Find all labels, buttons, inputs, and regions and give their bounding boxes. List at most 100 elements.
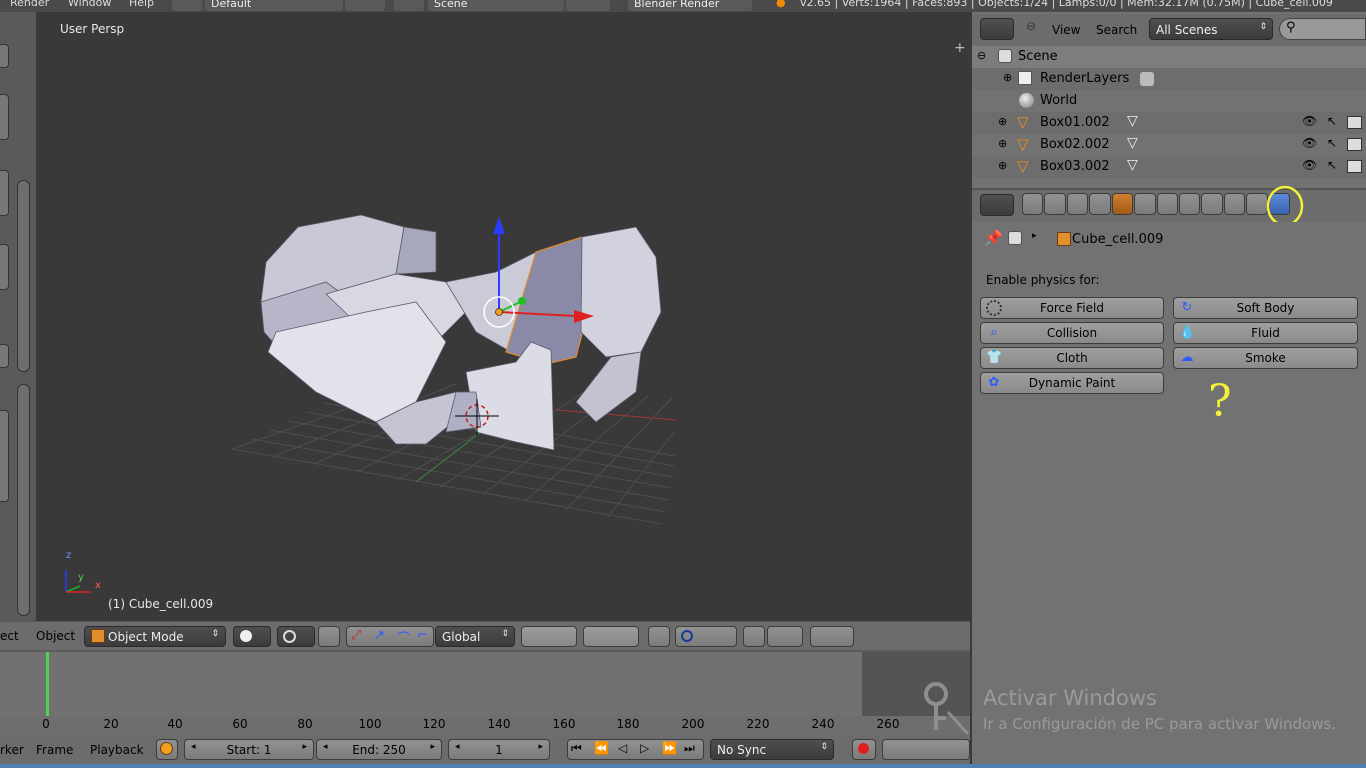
display-mode-dropdown[interactable]: All Scenes ⇕	[1149, 18, 1273, 40]
expand-icon[interactable]: ⊕	[1003, 71, 1012, 84]
menu-view[interactable]: View	[1052, 23, 1080, 37]
snap-toggle[interactable]	[743, 626, 765, 647]
tool-scrollbar[interactable]	[17, 180, 30, 372]
menu-help[interactable]: Help	[129, 0, 154, 9]
smoke-button[interactable]: ☁ Smoke	[1173, 347, 1358, 369]
force-field-button[interactable]: Force Field	[980, 297, 1164, 319]
expand-icon[interactable]: ⊕	[998, 115, 1007, 128]
layers-block-1[interactable]	[521, 626, 577, 647]
increment-icon[interactable]: ▸	[430, 742, 435, 752]
screen-layout-field[interactable]: Default	[205, 0, 343, 11]
render-camera-icon[interactable]	[1347, 138, 1362, 151]
cursor-select-icon[interactable]: ↖	[1327, 158, 1337, 172]
tool-tab[interactable]	[0, 44, 9, 68]
manipulator-toggle[interactable]	[318, 626, 340, 647]
menu-window[interactable]: Window	[68, 0, 111, 9]
scene-icon-button[interactable]	[394, 0, 424, 11]
outliner-row[interactable]: ⊕ ▽ Box03.002 ▽ 👁 ↖	[972, 156, 1366, 178]
snap-element-dropdown[interactable]	[767, 626, 803, 647]
pivot-point-dropdown[interactable]	[277, 626, 315, 647]
next-keyframe-icon[interactable]: ⏩	[662, 741, 677, 755]
menu-object[interactable]: Object	[36, 629, 75, 643]
tool-tab[interactable]	[0, 344, 9, 368]
scene-add-remove-buttons[interactable]	[566, 0, 610, 11]
screen-add-remove-buttons[interactable]	[345, 0, 385, 11]
preview-range-toggle[interactable]	[156, 739, 178, 760]
constraints-tab-icon[interactable]	[1134, 193, 1156, 215]
menu-marker[interactable]: rker	[0, 743, 24, 757]
play-icon[interactable]: ▷	[640, 741, 649, 755]
current-frame-marker[interactable]	[46, 652, 49, 716]
tool-tab[interactable]	[0, 410, 9, 502]
eye-icon[interactable]: 👁	[1302, 158, 1317, 172]
manipulator-modes[interactable]: ⤢ ↗ ⌒ ⌐	[346, 626, 434, 647]
timeline-editor[interactable]: 0 20 40 60 80 100 120 140 160 180 200 22…	[0, 650, 970, 734]
3d-viewport[interactable]: User Persp + z y x (1) Cube_cell.009	[36, 12, 970, 621]
render-camera-icon[interactable]	[1347, 160, 1362, 173]
tool-scrollbar[interactable]	[17, 384, 30, 616]
collapse-icon[interactable]: ⊖	[977, 49, 986, 62]
prev-keyframe-icon[interactable]: ⏪	[594, 741, 609, 755]
mode-dropdown[interactable]: Object Mode ⇕	[84, 626, 226, 647]
tool-tab[interactable]	[0, 94, 9, 140]
outliner-row[interactable]: ⊕ ▽ Box01.002 ▽ 👁 ↖	[972, 112, 1366, 134]
world-tab-icon[interactable]	[1089, 193, 1111, 215]
pin-icon[interactable]: 📌	[984, 229, 1003, 247]
expand-icon[interactable]: ⊕	[998, 137, 1007, 150]
material-tab-icon[interactable]	[1201, 193, 1223, 215]
screen-layout-icon[interactable]	[172, 0, 202, 11]
menu-playback[interactable]: Playback	[90, 743, 144, 757]
frame-ruler[interactable]: 0 20 40 60 80 100 120 140 160 180 200 22…	[0, 716, 970, 734]
collision-button[interactable]: ⌕ Collision	[980, 322, 1164, 344]
keying-set-field[interactable]	[882, 739, 970, 760]
layer-lock-icon[interactable]	[648, 626, 670, 647]
sync-mode-dropdown[interactable]: No Sync ⇕	[710, 739, 834, 760]
cursor-select-icon[interactable]: ↖	[1327, 114, 1337, 128]
render-tab-icon[interactable]	[1022, 193, 1044, 215]
viewport-shading-dropdown[interactable]	[233, 626, 271, 647]
mesh-data-tab-icon[interactable]	[1178, 193, 1201, 215]
dynamic-paint-button[interactable]: ✿ Dynamic Paint	[980, 372, 1164, 394]
increment-icon[interactable]: ▸	[538, 742, 543, 752]
fluid-button[interactable]: 💧 Fluid	[1173, 322, 1358, 344]
proportional-editing-dropdown[interactable]	[675, 626, 737, 647]
opengl-render-buttons[interactable]	[810, 626, 854, 647]
play-reverse-icon[interactable]: ◁	[618, 741, 627, 755]
layers-block-2[interactable]	[583, 626, 639, 647]
tool-tab[interactable]	[0, 170, 9, 216]
end-frame-field[interactable]: ◂ End: 250 ▸	[316, 739, 442, 760]
eye-icon[interactable]: 👁	[1302, 136, 1317, 150]
transform-orientation-dropdown[interactable]: Global ⇕	[435, 626, 515, 647]
menu-frame[interactable]: Frame	[36, 743, 73, 757]
menu-render[interactable]: Render	[10, 0, 49, 9]
cloth-button[interactable]: 👕 Cloth	[980, 347, 1164, 369]
cursor-select-icon[interactable]: ↖	[1327, 136, 1337, 150]
menu-select[interactable]: ect	[0, 629, 19, 643]
object-tab-icon[interactable]	[1111, 193, 1134, 215]
eye-icon[interactable]: 👁	[1302, 114, 1317, 128]
modifiers-tab-icon[interactable]	[1156, 193, 1178, 215]
timeline-area[interactable]	[0, 652, 862, 716]
increment-icon[interactable]: ▸	[302, 742, 307, 752]
jump-end-icon[interactable]: ⏭	[684, 741, 695, 756]
outliner-search-input[interactable]: ⚲	[1279, 18, 1366, 40]
editor-type-dropdown[interactable]	[980, 194, 1014, 216]
render-camera-icon[interactable]	[1347, 116, 1362, 129]
menu-search[interactable]: Search	[1096, 23, 1137, 37]
current-frame-field[interactable]: ◂ 1 ▸	[448, 739, 550, 760]
outliner-row[interactable]: ⊕ RenderLayers	[972, 68, 1366, 90]
render-engine-dropdown[interactable]: Blender Render	[628, 0, 752, 11]
render-layers-tab-icon[interactable]	[1044, 193, 1066, 215]
scene-field[interactable]: Scene	[428, 0, 564, 11]
outliner-row[interactable]: ⊖ Scene	[972, 46, 1366, 68]
outliner-row[interactable]: World	[972, 90, 1366, 112]
collapse-icon[interactable]: ⊖	[1026, 19, 1036, 33]
outliner-row[interactable]: ⊕ ▽ Box02.002 ▽ 👁 ↖	[972, 134, 1366, 156]
editor-type-dropdown[interactable]	[980, 18, 1014, 40]
record-button[interactable]	[852, 739, 876, 760]
texture-tab-icon[interactable]	[1223, 193, 1246, 215]
jump-start-icon[interactable]: ⏮	[571, 741, 582, 756]
playback-controls[interactable]: ⏮ ⏪ ◁ ▷ ⏩ ⏭	[567, 739, 704, 760]
soft-body-button[interactable]: ↻ Soft Body	[1173, 297, 1358, 319]
expand-icon[interactable]: ⊕	[998, 159, 1007, 172]
